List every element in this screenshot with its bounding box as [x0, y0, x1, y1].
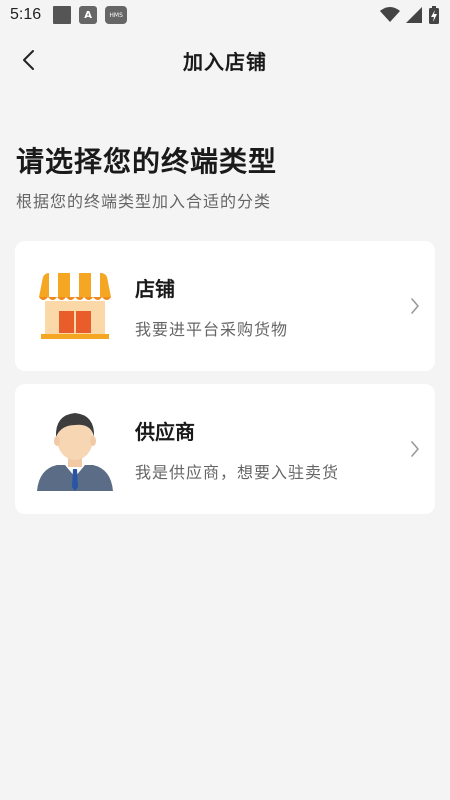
- status-bar: 5:16 A HMS: [0, 0, 450, 30]
- supplier-option-title: 供应商: [135, 419, 195, 444]
- supplier-illustration: [15, 384, 135, 514]
- status-time: 5:16: [10, 6, 42, 23]
- section-heading: 请选择您的终端类型: [16, 145, 278, 178]
- nav-bar: 加入店铺: [0, 40, 450, 80]
- chevron-right-icon: [411, 298, 419, 314]
- page-title: 加入店铺: [183, 49, 267, 74]
- status-right: [380, 6, 440, 24]
- supplier-avatar-icon: [37, 413, 113, 491]
- store-option-title: 店铺: [135, 276, 175, 301]
- supplier-option-card[interactable]: 供应商 我是供应商，想要入驻卖货: [15, 384, 435, 514]
- a-app-icon: A: [79, 6, 98, 24]
- section-subheading: 根据您的终端类型加入合适的分类: [16, 192, 272, 211]
- store-option-text: 店铺 我要进平台采购货物: [135, 273, 395, 340]
- battery-icon: [429, 6, 439, 24]
- store-option-card[interactable]: 店铺 我要进平台采购货物: [15, 241, 435, 371]
- wifi-icon: [380, 7, 400, 22]
- store-option-description: 我要进平台采购货物: [135, 319, 289, 339]
- supplier-option-description: 我是供应商，想要入驻卖货: [135, 462, 340, 482]
- store-option-chevron: [395, 297, 435, 315]
- supplier-option-chevron: [395, 440, 435, 458]
- notification-square-icon: [53, 6, 72, 24]
- store-icon: [39, 273, 111, 339]
- chevron-left-icon: [23, 50, 34, 70]
- supplier-option-text: 供应商 我是供应商，想要入驻卖货: [135, 416, 395, 483]
- hms-icon: HMS: [105, 6, 128, 24]
- store-illustration: [15, 241, 135, 371]
- back-button[interactable]: [14, 46, 42, 74]
- signal-icon: [406, 7, 422, 23]
- chevron-right-icon: [411, 441, 419, 457]
